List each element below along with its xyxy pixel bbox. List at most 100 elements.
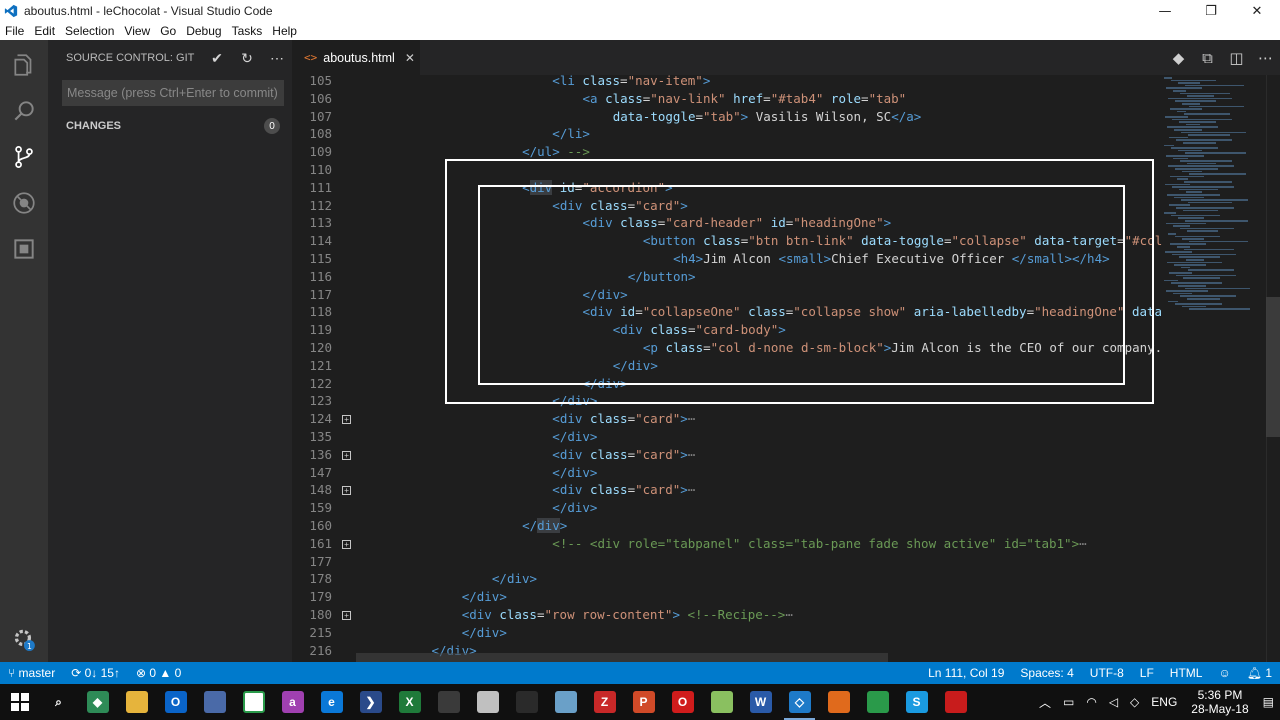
menu-tasks[interactable]: Tasks: [227, 24, 268, 38]
open-file-icon[interactable]: ⧉: [1193, 49, 1222, 67]
fold-expand-icon[interactable]: +: [342, 415, 351, 425]
source-control-icon[interactable]: [0, 134, 48, 180]
code-line[interactable]: 179 </div>: [292, 588, 1162, 606]
code-line[interactable]: 161 + <!-- <div role="tabpanel" class="tab…: [292, 535, 1162, 553]
onenote-icon[interactable]: a: [273, 684, 312, 720]
code-line[interactable]: 108 </li>: [292, 125, 1162, 143]
search-icon[interactable]: [0, 88, 48, 134]
minimap-line: [1173, 225, 1190, 227]
eol-status[interactable]: LF: [1132, 666, 1162, 680]
code-line[interactable]: 106 <a class="nav-link" href="#tab4" role…: [292, 90, 1162, 108]
notepadpp-icon[interactable]: [702, 684, 741, 720]
dropbox-icon[interactable]: ◇: [1124, 695, 1145, 709]
language-mode[interactable]: HTML: [1162, 666, 1211, 680]
paint-icon[interactable]: [195, 684, 234, 720]
chrome-icon[interactable]: [858, 684, 897, 720]
code-line[interactable]: 180 + <div class="row row-content"> <!--Re…: [292, 606, 1162, 624]
tab-close-icon[interactable]: ✕: [405, 51, 415, 65]
cloud-icon[interactable]: [468, 684, 507, 720]
tool-icon[interactable]: [429, 684, 468, 720]
debug-icon[interactable]: [0, 180, 48, 226]
battery-icon[interactable]: ▭: [1057, 695, 1080, 709]
minimize-icon[interactable]: —: [1142, 0, 1188, 22]
firefox-icon[interactable]: [819, 684, 858, 720]
fold-expand-icon[interactable]: +: [342, 486, 351, 496]
action-center-icon[interactable]: ▤: [1257, 695, 1280, 709]
code-line[interactable]: 215 </div>: [292, 624, 1162, 642]
indentation-status[interactable]: Spaces: 4: [1012, 666, 1081, 680]
explorer-icon[interactable]: [0, 42, 48, 88]
code-line[interactable]: 160 </div>: [292, 517, 1162, 535]
menu-file[interactable]: File: [0, 24, 29, 38]
menu-help[interactable]: Help: [267, 24, 302, 38]
settings-gear-icon[interactable]: 1: [0, 616, 48, 662]
tray-chevron-icon[interactable]: ︿: [1033, 694, 1057, 711]
code-line[interactable]: 147 </div>: [292, 464, 1162, 482]
evernote-icon[interactable]: [234, 684, 273, 720]
code-line[interactable]: 178 </div>: [292, 570, 1162, 588]
commit-checkmark-icon[interactable]: ✔: [202, 50, 232, 67]
split-editor-icon[interactable]: ◫: [1222, 49, 1251, 67]
fold-expand-icon[interactable]: +: [342, 539, 351, 549]
cursor-position[interactable]: Ln 111, Col 19: [920, 666, 1012, 680]
commit-message-input[interactable]: Message (press Ctrl+Enter to commit): [62, 80, 284, 106]
visualstudio-box-icon[interactable]: [507, 684, 546, 720]
open-changes-icon[interactable]: ◆: [1164, 49, 1193, 67]
changes-section-header[interactable]: CHANGES 0: [48, 116, 292, 136]
menu-edit[interactable]: Edit: [29, 24, 60, 38]
outlook-icon[interactable]: O: [156, 684, 195, 720]
tab-aboutus-html[interactable]: <> aboutus.html ✕: [292, 40, 420, 75]
clock[interactable]: 5:36 PM 28-May-18: [1183, 688, 1256, 716]
file-explorer-icon[interactable]: [117, 684, 156, 720]
code-line[interactable]: 159 </div>: [292, 499, 1162, 517]
search-icon[interactable]: ⌕: [39, 684, 78, 720]
skype-icon[interactable]: S: [897, 684, 936, 720]
opera-icon[interactable]: O: [663, 684, 702, 720]
restore-icon[interactable]: ❐: [1188, 0, 1234, 22]
menu-view[interactable]: View: [119, 24, 155, 38]
edge-icon[interactable]: e: [312, 684, 351, 720]
code-line[interactable]: 177: [292, 553, 1162, 571]
word-icon[interactable]: W: [741, 684, 780, 720]
minimap-line: [1173, 90, 1186, 92]
volume-icon[interactable]: ◁: [1103, 695, 1124, 709]
encoding-status[interactable]: UTF-8: [1082, 666, 1132, 680]
code-line[interactable]: 148 + <div class="card">⋯: [292, 481, 1162, 499]
acrobat-icon[interactable]: [936, 684, 975, 720]
git-icon[interactable]: ◆: [78, 684, 117, 720]
vscode-icon[interactable]: ◇: [780, 684, 819, 720]
changes-label: CHANGES: [66, 120, 122, 132]
more-editor-actions-icon[interactable]: ⋯: [1251, 49, 1280, 67]
powershell-icon[interactable]: ❯: [351, 684, 390, 720]
notifications-bell[interactable]: 🔔︎ 1: [1239, 666, 1280, 680]
menu-selection[interactable]: Selection: [60, 24, 119, 38]
windows-start-icon[interactable]: [0, 684, 39, 720]
wifi-icon[interactable]: ◠: [1080, 695, 1102, 709]
code-line[interactable]: 105 <li class="nav-item">: [292, 75, 1162, 90]
menu-debug[interactable]: Debug: [181, 24, 226, 38]
feedback-smiley-icon[interactable]: ☺: [1210, 666, 1238, 680]
code-line[interactable]: 124 + <div class="card">⋯: [292, 410, 1162, 428]
more-actions-icon[interactable]: ⋯: [262, 50, 292, 67]
extensions-icon[interactable]: [0, 226, 48, 272]
fold-expand-icon[interactable]: +: [342, 450, 351, 460]
git-branch-status[interactable]: ⑂ master: [0, 666, 63, 680]
excel-icon[interactable]: X: [390, 684, 429, 720]
horizontal-scroll-thumb[interactable]: [356, 653, 888, 662]
code-line[interactable]: 136 + <div class="card">⋯: [292, 446, 1162, 464]
menu-go[interactable]: Go: [155, 24, 181, 38]
input-language[interactable]: ENG: [1145, 695, 1183, 709]
refresh-icon[interactable]: ↻: [232, 50, 262, 67]
fold-expand-icon[interactable]: +: [342, 611, 351, 620]
powerpoint-icon[interactable]: P: [624, 684, 663, 720]
problems-status[interactable]: ⊗ 0 ▲ 0: [128, 666, 189, 680]
filezilla-icon[interactable]: Z: [585, 684, 624, 720]
notepad-icon[interactable]: [546, 684, 585, 720]
vertical-scrollbar[interactable]: [1266, 75, 1280, 662]
sync-status[interactable]: ⟳ 0↓ 15↑: [63, 666, 128, 680]
close-icon[interactable]: ✕: [1234, 0, 1280, 22]
code-line[interactable]: 107 data-toggle="tab"> Vasilis Wilson, SC…: [292, 108, 1162, 126]
code-line[interactable]: 135 </div>: [292, 428, 1162, 446]
minimap[interactable]: [1162, 75, 1266, 662]
vertical-scroll-thumb[interactable]: [1266, 297, 1280, 437]
